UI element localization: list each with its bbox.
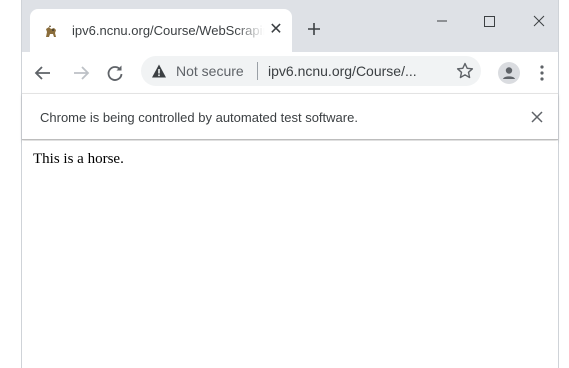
menu-kebab-icon[interactable] (534, 62, 550, 84)
title-bar: ipv6.ncnu.org/Course/WebScraping ✕ (22, 0, 558, 52)
horse-favicon-icon (43, 24, 59, 40)
browser-toolbar: Not secure ipv6.ncnu.org/Course/... (22, 52, 558, 93)
browser-tab[interactable]: ipv6.ncnu.org/Course/WebScraping ✕ (30, 9, 292, 52)
profile-avatar-icon[interactable] (498, 62, 520, 84)
new-tab-plus-icon[interactable] (302, 17, 326, 41)
minimize-icon[interactable] (422, 8, 462, 34)
tab-close-icon[interactable]: ✕ (266, 20, 286, 40)
security-status-label[interactable]: Not secure (176, 63, 244, 79)
page-content: This is a horse. (22, 141, 558, 368)
address-bar[interactable]: Not secure ipv6.ncnu.org/Course/... (141, 56, 481, 86)
maximize-icon[interactable] (469, 8, 509, 34)
page-body-text: This is a horse. (33, 151, 124, 167)
back-arrow-icon[interactable] (32, 62, 54, 84)
omnibox-divider (257, 62, 258, 80)
browser-window: ipv6.ncnu.org/Course/WebScraping ✕ Not s… (21, 0, 559, 368)
reload-icon[interactable] (104, 62, 126, 84)
window-close-icon[interactable] (519, 8, 559, 34)
automation-infobar: Chrome is being controlled by automated … (22, 93, 558, 140)
infobar-message: Chrome is being controlled by automated … (40, 110, 358, 125)
warning-triangle-icon[interactable] (151, 63, 167, 79)
forward-arrow-icon[interactable] (70, 62, 92, 84)
url-text[interactable]: ipv6.ncnu.org/Course/... (268, 63, 417, 79)
infobar-close-icon[interactable] (527, 107, 547, 127)
bookmark-star-icon[interactable] (454, 60, 476, 82)
